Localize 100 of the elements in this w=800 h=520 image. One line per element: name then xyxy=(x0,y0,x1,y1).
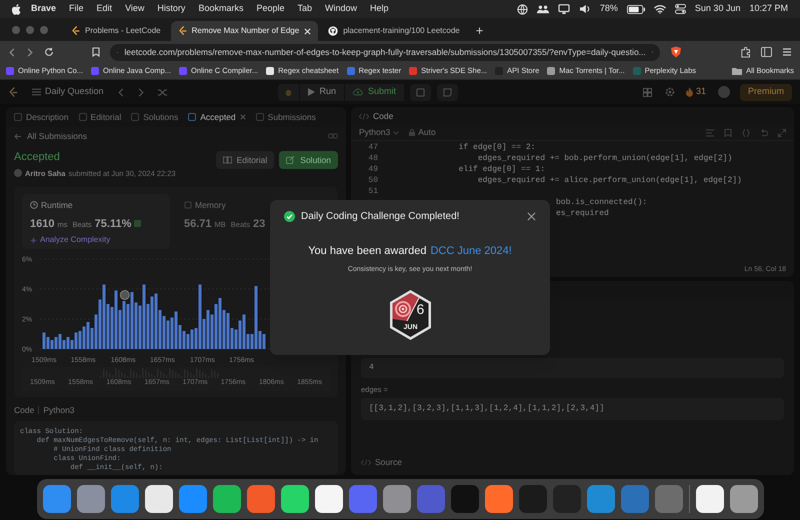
speaker-icon[interactable] xyxy=(578,4,591,14)
histogram-bar[interactable] xyxy=(182,330,186,349)
panel-title: Code xyxy=(373,110,394,122)
line-number: 50 xyxy=(367,174,379,186)
lion-shield-icon[interactable] xyxy=(670,46,682,58)
app-icon[interactable] xyxy=(696,485,724,513)
menu-item[interactable]: Tab xyxy=(297,2,312,16)
panel-tab[interactable]: Description xyxy=(14,110,69,124)
panel-tab[interactable]: Solutions xyxy=(131,110,178,124)
histogram-bar[interactable] xyxy=(190,329,194,349)
address-bar[interactable]: leetcode.com/problems/remove-max-number-of-edges-to-keep-graph-fully-traversable/submissions/1305007355/?envType=daily-questio... xyxy=(110,44,660,60)
menu-item[interactable]: Edit xyxy=(96,2,112,16)
monitor-icon[interactable] xyxy=(558,4,570,14)
run-button[interactable]: Run xyxy=(300,84,344,100)
submit-button[interactable]: Submit xyxy=(345,84,404,100)
shuffle-icon[interactable] xyxy=(158,88,168,96)
previous-icon[interactable] xyxy=(118,88,124,96)
list-icon xyxy=(32,88,41,96)
menu-item[interactable]: History xyxy=(157,2,186,16)
close-icon[interactable] xyxy=(527,212,536,221)
link-icon[interactable] xyxy=(328,132,338,140)
apple-logo-icon[interactable] xyxy=(12,4,21,14)
battery-icon[interactable] xyxy=(626,4,645,14)
input-field[interactable]: [[3,1,2],[3,2,3],[1,1,3],[1,2,4],[1,1,2],[2,3,4]] xyxy=(361,398,784,420)
app-menu[interactable]: Brave xyxy=(31,2,56,16)
avatar[interactable] xyxy=(718,86,730,98)
browser-tab[interactable]: placement-training/100 Leetcode xyxy=(321,21,467,41)
award-link[interactable]: DCC June 2024! xyxy=(430,245,512,257)
app-icon[interactable] xyxy=(314,485,342,513)
histogram-bar[interactable] xyxy=(90,328,94,349)
histogram-bar[interactable] xyxy=(246,334,250,349)
histogram-bar[interactable] xyxy=(194,328,198,349)
debug-button[interactable] xyxy=(278,84,299,100)
clock-icon xyxy=(30,201,38,210)
menu-item[interactable]: File xyxy=(69,2,84,16)
source-link[interactable]: Source xyxy=(361,456,784,469)
menu-item[interactable]: Bookmarks xyxy=(198,2,244,16)
editorial-button[interactable]: Editorial xyxy=(216,151,274,169)
browser-tab[interactable]: Remove Max Number of Edge xyxy=(170,21,318,41)
browser-tab[interactable]: Problems - LeetCode xyxy=(64,21,168,41)
new-tab-button[interactable]: + xyxy=(476,21,484,41)
histogram-bar[interactable] xyxy=(74,332,78,349)
language-dropdown[interactable]: Python3 xyxy=(359,126,400,139)
next-icon[interactable] xyxy=(138,88,144,96)
submission-marker[interactable] xyxy=(120,290,130,300)
code-label: Code xyxy=(14,404,34,416)
panel-tab[interactable]: Editorial xyxy=(78,110,122,124)
histogram-bar[interactable] xyxy=(186,334,190,349)
menu-bar-date: Sun 30 Jun xyxy=(694,2,740,16)
histogram-bar[interactable] xyxy=(70,340,74,349)
all-submissions-link[interactable]: All Submissions xyxy=(14,130,87,142)
streak-counter[interactable]: 31 xyxy=(686,85,706,99)
menu-item[interactable]: View xyxy=(125,2,144,16)
solution-button[interactable]: Solution xyxy=(279,151,338,169)
histogram-bar[interactable] xyxy=(58,334,62,349)
histogram-bar[interactable] xyxy=(234,329,238,349)
histogram-bar[interactable] xyxy=(250,334,254,349)
analyze-complexity-link[interactable]: Analyze Complexity xyxy=(30,234,162,246)
toggles-icon[interactable] xyxy=(674,4,686,14)
app-icon[interactable] xyxy=(212,485,240,513)
layout-grid-icon[interactable] xyxy=(642,88,652,96)
sidebar-icon[interactable] xyxy=(761,47,772,57)
histogram-bar[interactable] xyxy=(66,336,70,349)
histogram-bar[interactable] xyxy=(62,340,66,349)
menu-item[interactable]: Window xyxy=(325,2,358,16)
histogram-bar[interactable] xyxy=(262,334,266,349)
menu-icon[interactable] xyxy=(782,47,792,57)
panel-tab[interactable]: Accepted xyxy=(188,110,246,124)
histogram-bar[interactable] xyxy=(46,336,50,349)
histogram-bar[interactable] xyxy=(50,340,54,349)
undo-icon[interactable] xyxy=(760,128,768,136)
code-line: bob.is_connected(): xyxy=(556,196,648,208)
people-icon[interactable] xyxy=(536,4,549,14)
histogram-bar[interactable] xyxy=(230,328,234,349)
expand-icon[interactable] xyxy=(778,128,786,136)
panel-tab[interactable]: Submissions xyxy=(256,110,316,124)
notes-button[interactable] xyxy=(437,84,458,100)
premium-button[interactable]: Premium xyxy=(740,84,792,100)
extensions-icon[interactable] xyxy=(740,46,751,58)
histogram-bar[interactable] xyxy=(42,332,46,349)
braces-icon[interactable] xyxy=(742,128,750,136)
reload-icon[interactable] xyxy=(44,47,54,57)
settings-icon[interactable] xyxy=(664,87,675,97)
globe-icon[interactable] xyxy=(516,4,528,14)
app-icon[interactable] xyxy=(144,485,172,513)
daily-question-link[interactable]: Daily Question xyxy=(32,85,104,99)
upload-button[interactable] xyxy=(410,84,432,100)
app-icon[interactable] xyxy=(280,485,308,513)
menu-item[interactable]: Help xyxy=(370,2,389,16)
auto-mode-toggle[interactable]: Auto xyxy=(409,126,436,139)
format-icon[interactable] xyxy=(706,128,714,136)
histogram-bar[interactable] xyxy=(78,330,82,349)
menu-item[interactable]: People xyxy=(256,2,284,16)
histogram-bar[interactable] xyxy=(258,330,262,349)
wifi-icon[interactable] xyxy=(654,4,666,14)
back-arrow-icon xyxy=(14,132,22,140)
histogram-bar[interactable] xyxy=(54,336,58,349)
input-field[interactable]: 4 xyxy=(361,358,784,378)
badge-day: 6 xyxy=(416,302,424,317)
tab-icon xyxy=(131,113,140,121)
